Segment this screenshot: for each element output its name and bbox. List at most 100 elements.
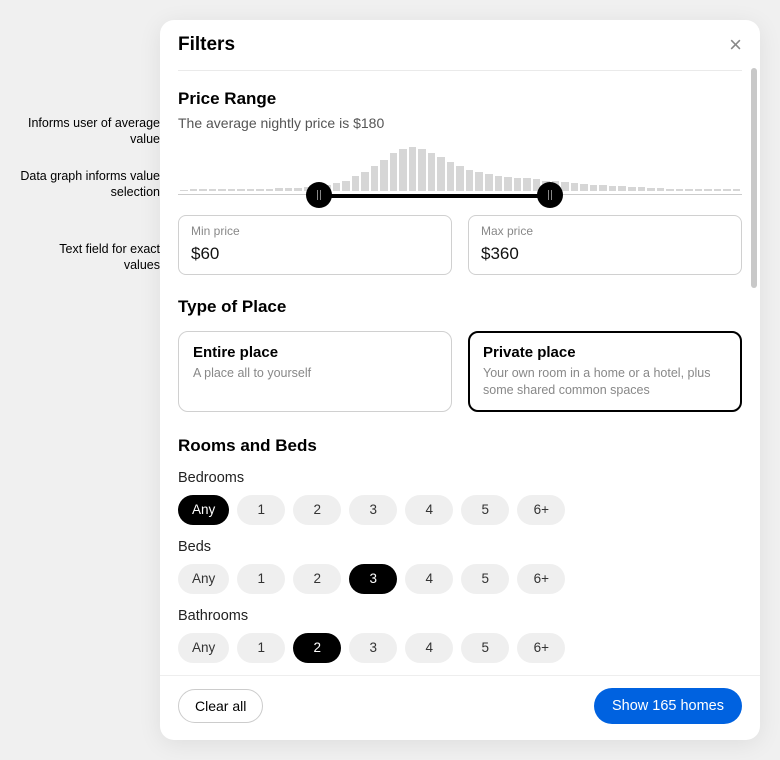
histogram-bar: [256, 189, 264, 191]
clear-all-button[interactable]: Clear all: [178, 689, 263, 723]
histogram-bar: [466, 170, 474, 191]
scrollbar[interactable]: [751, 68, 757, 288]
histogram-bar: [475, 172, 483, 191]
histogram-bar: [399, 149, 407, 191]
histogram-bar: [428, 153, 436, 191]
pill-bedrooms-4[interactable]: 4: [405, 495, 453, 525]
pill-bathrooms-3[interactable]: 3: [349, 633, 397, 663]
type-card-desc: A place all to yourself: [193, 365, 437, 382]
show-homes-button[interactable]: Show 165 homes: [594, 688, 742, 724]
pill-bedrooms-3[interactable]: 3: [349, 495, 397, 525]
modal-footer: Clear all Show 165 homes: [160, 675, 760, 740]
type-card-1[interactable]: Private place Your own room in a home or …: [468, 331, 742, 412]
pill-bedrooms-5[interactable]: 5: [461, 495, 509, 525]
pill-beds-6+[interactable]: 6+: [517, 564, 565, 594]
rooms-group-2: Any 12345 6+: [178, 633, 742, 663]
histogram-bar: [723, 189, 731, 191]
pill-beds-2[interactable]: 2: [293, 564, 341, 594]
rooms-group-label: Bedrooms: [178, 470, 742, 486]
type-card-0[interactable]: Entire place A place all to yourself: [178, 331, 452, 412]
max-price-label: Max price: [481, 224, 729, 238]
rooms-group-1: Any 12345 6+: [178, 564, 742, 594]
histogram-bar: [638, 187, 646, 191]
histogram-bar: [409, 147, 417, 191]
histogram-bar: [580, 184, 588, 191]
histogram-bar: [199, 189, 207, 191]
histogram-bar: [247, 189, 255, 191]
histogram-bar: [266, 189, 274, 191]
price-slider-handle-min[interactable]: [306, 182, 332, 208]
histogram-bar: [285, 188, 293, 191]
histogram-bar: [561, 182, 569, 191]
pill-bathrooms-Any[interactable]: Any: [178, 633, 229, 663]
histogram-bar: [180, 190, 188, 191]
rooms-group-0: Any 12345 6+: [178, 495, 742, 525]
pill-bedrooms-Any[interactable]: Any: [178, 495, 229, 525]
close-icon[interactable]: ×: [729, 34, 742, 56]
histogram-bar: [190, 189, 198, 191]
histogram-bar: [352, 176, 360, 191]
rooms-and-beds-heading: Rooms and Beds: [178, 436, 742, 456]
histogram-bar: [685, 189, 693, 191]
histogram-bar: [647, 188, 655, 191]
histogram-bar: [237, 189, 245, 191]
type-card-title: Private place: [483, 344, 727, 361]
max-price-field[interactable]: Max price $360: [468, 215, 742, 275]
price-range-subtitle: The average nightly price is $180: [178, 115, 742, 131]
histogram-bar: [294, 188, 302, 191]
histogram-bar: [695, 189, 703, 191]
rooms-and-beds-section: Rooms and Beds BedroomsAny123456+BedsAny…: [178, 436, 742, 663]
pill-bathrooms-1[interactable]: 1: [237, 633, 285, 663]
histogram-bar: [704, 189, 712, 191]
pill-bathrooms-6+[interactable]: 6+: [517, 633, 565, 663]
min-price-label: Min price: [191, 224, 439, 238]
histogram-bar: [733, 189, 741, 191]
pill-bathrooms-2[interactable]: 2: [293, 633, 341, 663]
pill-bedrooms-6+[interactable]: 6+: [517, 495, 565, 525]
histogram-bar: [342, 181, 350, 191]
histogram-bar: [514, 178, 522, 191]
histogram-bar: [666, 189, 674, 191]
pill-beds-3[interactable]: 3: [349, 564, 397, 594]
divider: [178, 70, 742, 71]
histogram-bar: [228, 189, 236, 191]
callout-text-field: Text field for exact values: [20, 241, 160, 274]
modal-title: Filters: [178, 34, 235, 56]
pill-beds-5[interactable]: 5: [461, 564, 509, 594]
pill-beds-4[interactable]: 4: [405, 564, 453, 594]
pill-bathrooms-5[interactable]: 5: [461, 633, 509, 663]
min-price-field[interactable]: Min price $60: [178, 215, 452, 275]
histogram-bar: [714, 189, 722, 191]
pill-beds-Any[interactable]: Any: [178, 564, 229, 594]
histogram-bar: [333, 183, 341, 191]
histogram-bar: [571, 183, 579, 191]
histogram-bar: [676, 189, 684, 191]
type-card-title: Entire place: [193, 344, 437, 361]
price-range-section: Price Range The average nightly price is…: [178, 89, 742, 275]
pill-beds-1[interactable]: 1: [237, 564, 285, 594]
histogram-bar: [523, 178, 531, 191]
histogram-bar: [628, 187, 636, 191]
type-card-desc: Your own room in a home or a hotel, plus…: [483, 365, 727, 399]
histogram-bar: [599, 185, 607, 191]
price-range-heading: Price Range: [178, 89, 742, 109]
histogram-bar: [657, 188, 665, 191]
pill-bathrooms-4[interactable]: 4: [405, 633, 453, 663]
modal-header: Filters ×: [160, 20, 760, 56]
histogram-bar: [618, 186, 626, 191]
histogram-bar: [495, 176, 503, 191]
histogram-bar: [218, 189, 226, 191]
price-slider-handle-max[interactable]: [537, 182, 563, 208]
pill-bedrooms-1[interactable]: 1: [237, 495, 285, 525]
rooms-group-label: Beds: [178, 539, 742, 555]
callout-average-value: Informs user of average value: [20, 115, 160, 148]
pill-bedrooms-2[interactable]: 2: [293, 495, 341, 525]
histogram-bar: [209, 189, 217, 191]
histogram-bar: [485, 174, 493, 191]
type-of-place-section: Type of Place Entire placeA place all to…: [178, 297, 742, 412]
histogram-bar: [275, 188, 283, 191]
callout-data-graph: Data graph informs value selection: [20, 168, 160, 201]
histogram-bar: [504, 177, 512, 191]
price-slider-range[interactable]: [319, 194, 550, 198]
histogram-bar: [609, 186, 617, 191]
